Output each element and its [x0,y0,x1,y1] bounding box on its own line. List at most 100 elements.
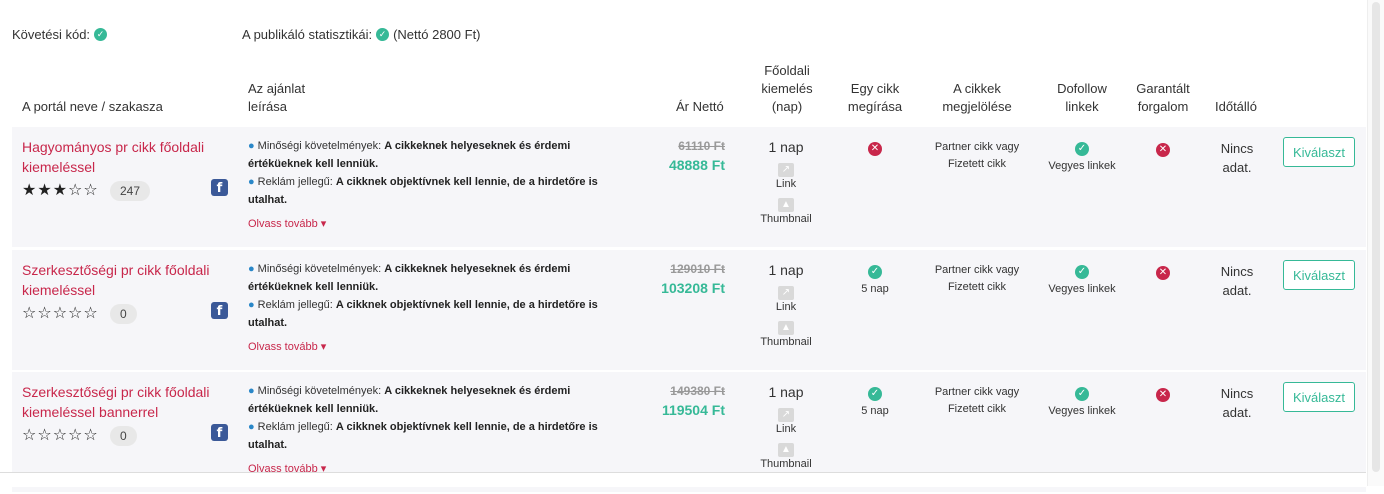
feature-thumbnail-label: Thumbnail [760,336,812,348]
offer-description: ● Minőségi követelmények: A cikkeknek hel… [248,382,608,454]
image-icon: ▲ [778,321,794,335]
description-quality: ● Minőségi követelmények: A cikkeknek hel… [248,137,608,173]
header-dofollow: Dofollow linkek [1040,80,1124,116]
cross-icon: ✕ [1156,143,1170,157]
description-ad: ● Reklám jellegű: A cikknek objektívnek k… [248,173,608,209]
select-button[interactable]: Kiválaszt [1283,137,1355,167]
feature-days: 1 nap [768,139,804,155]
validity: Nincs adat. [1207,384,1267,422]
bullet-icon: ● [248,263,255,275]
link-icon: ↗ [778,163,794,177]
front-page-feature: 1 nap ↗ Link ▲ Thumbnail [742,137,830,227]
feature-link-label: Link [775,178,797,190]
link-icon: ↗ [778,408,794,422]
facebook-icon[interactable]: f [211,302,228,319]
header-traffic: Garantált forgalom [1130,80,1196,116]
header-traffic-line2: forgalom [1137,99,1189,114]
cross-icon: ✕ [868,142,882,156]
facebook-icon[interactable]: f [211,424,228,441]
description-ad: ● Reklám jellegű: A cikknek objektívnek k… [248,296,608,332]
read-more-link[interactable]: Olvass tovább ▾ [248,340,326,353]
publisher-stats: A publikáló statisztikái: ✓ (Nettó 2800 … [242,27,481,42]
article-marking-line2: Fizetett cikk [947,158,1007,170]
header-front-page-line1: Főoldali [764,63,810,78]
facebook-icon[interactable]: f [211,179,228,196]
validity-line1: Nincs [1220,141,1254,156]
article-marking-line1: Partner cikk vagy [934,264,1020,276]
scrollbar-thumb[interactable] [1372,2,1380,472]
description-quality: ● Minőségi követelmények: A cikkeknek hel… [248,382,608,418]
publisher-stats-label: A publikáló statisztikái: [242,27,373,42]
header-description: Az ajánlat leírása [248,80,305,116]
description-quality-label: Minőségi követelmények: [257,385,382,397]
offer-description: ● Minőségi követelmények: A cikkeknek hel… [248,260,608,332]
check-icon: ✓ [868,387,882,401]
bullet-icon: ● [248,421,255,433]
feature-link-label: Link [775,423,797,435]
rating-count-badge: 0 [110,426,137,446]
description-quality-label: Minőségi követelmények: [257,140,382,152]
publisher-stats-value: (Nettó 2800 Ft) [393,27,481,42]
image-icon: ▲ [778,198,794,212]
portal-name-link[interactable]: Szerkesztőségi pr cikk főoldali kiemelés… [22,382,217,422]
select-button[interactable]: Kiválaszt [1283,382,1355,412]
article-marking: Partner cikk vagy Fizetett cikk [917,384,1037,418]
portal-name-link[interactable]: Hagyományos pr cikk főoldali kiemeléssel [22,137,217,177]
article-marking-line2: Fizetett cikk [947,281,1007,293]
price-new: 119504 Ft [661,402,725,418]
header-description-line1: Az ajánlat [248,81,306,96]
bullet-icon: ● [248,385,255,397]
rating-stars: ☆☆☆☆☆ [22,427,99,444]
validity-line2: adat. [1222,160,1252,175]
feature-days: 1 nap [768,384,804,400]
validity: Nincs adat. [1207,139,1267,177]
select-button[interactable]: Kiválaszt [1283,260,1355,290]
description-ad-label: Reklám jellegű: [257,421,333,433]
description-quality: ● Minőségi követelmények: A cikkeknek hel… [248,260,608,296]
header-portal: A portál neve / szakasza [22,99,163,114]
guaranteed-traffic: ✕ [1132,262,1194,280]
feature-thumbnail-label: Thumbnail [760,458,812,470]
price-old: 61110 Ft [678,139,725,153]
article-writing: ✓ 5 nap [835,262,915,298]
validity: Nincs adat. [1207,262,1267,300]
portal-name-link[interactable]: Szerkesztőségi pr cikk főoldali kiemelés… [22,260,217,300]
validity-line1: Nincs [1220,264,1254,279]
header-front-page-line3: (nap) [771,99,803,114]
article-marking: Partner cikk vagy Fizetett cikk [917,262,1037,296]
price-old: 129010 Ft [670,262,725,276]
header-front-page: Főoldali kiemelés (nap) [742,62,832,116]
dofollow-links: ✓ Vegyes linkek [1040,139,1124,175]
dofollow-text: Vegyes linkek [1048,405,1116,417]
cross-icon: ✕ [1156,266,1170,280]
check-icon: ✓ [94,28,108,41]
check-icon: ✓ [1075,387,1089,401]
header-article-writing-line2: megírása [847,99,903,114]
dofollow-links: ✓ Vegyes linkek [1040,384,1124,420]
front-page-feature: 1 nap ↗ Link ▲ Thumbnail [742,260,830,350]
header-price: Ár Nettó [676,99,724,114]
rating-count-badge: 0 [110,304,137,324]
tracking-code: Követési kód: ✓ [12,27,108,42]
check-icon: ✓ [868,265,882,279]
offer-description: ● Minőségi követelmények: A cikkeknek hel… [248,137,608,209]
link-icon: ↗ [778,286,794,300]
read-more-link[interactable]: Olvass tovább ▾ [248,217,326,230]
description-ad: ● Reklám jellegű: A cikknek objektívnek k… [248,418,608,454]
page-scrollbar[interactable] [1367,0,1384,486]
validity-line1: Nincs [1220,386,1254,401]
header-article-marking-line2: megjelölése [942,99,1012,114]
guaranteed-traffic: ✕ [1132,139,1194,157]
header-traffic-line1: Garantált [1136,81,1190,96]
header-article-marking: A cikkek megjelölése [917,80,1037,116]
check-icon: ✓ [376,28,390,41]
description-ad-label: Reklám jellegű: [257,176,333,188]
price-old: 149380 Ft [670,384,725,398]
validity-line2: adat. [1222,405,1252,420]
article-writing-days: 5 nap [861,283,889,295]
front-page-feature: 1 nap ↗ Link ▲ Thumbnail [742,382,830,472]
header-front-page-line2: kiemelés [761,81,813,96]
validity-line2: adat. [1222,283,1252,298]
feature-thumbnail-label: Thumbnail [760,213,812,225]
price: 129010 Ft 103208 Ft [661,260,725,298]
